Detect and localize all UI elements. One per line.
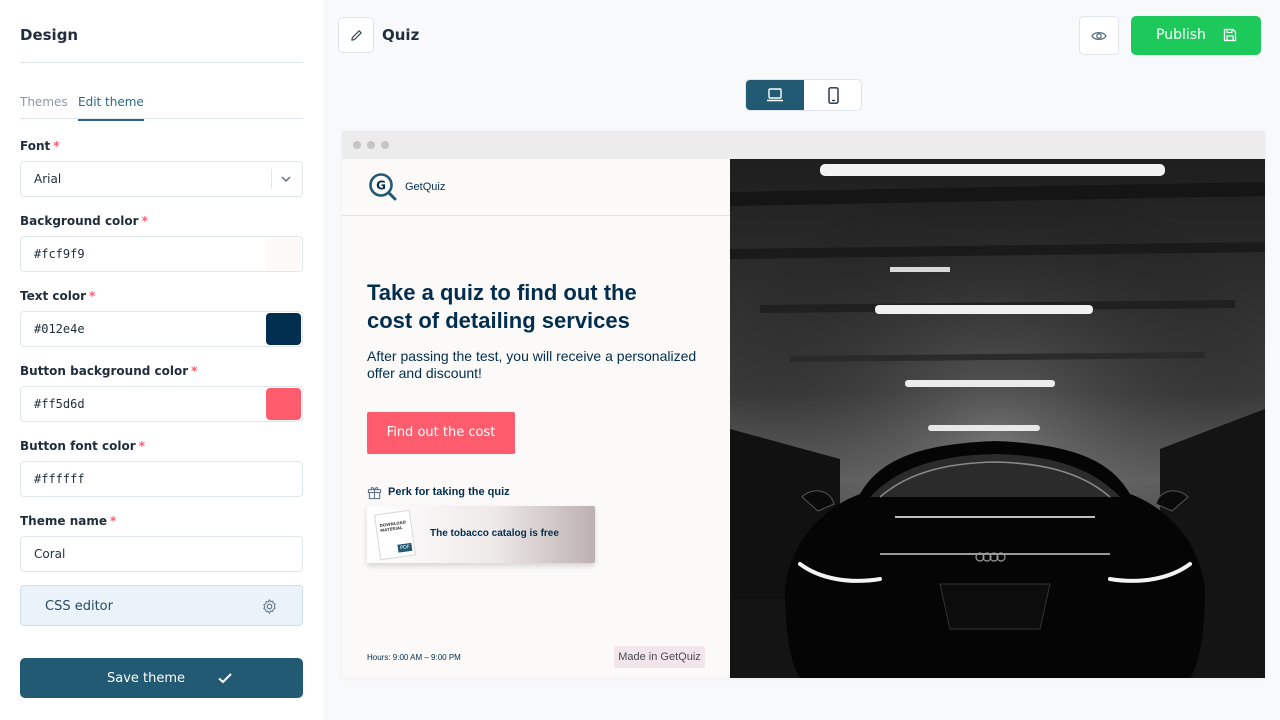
css-editor-button[interactable]: CSS editor <box>20 585 303 626</box>
gift-icon <box>367 487 382 500</box>
car-garage-photo <box>730 159 1265 678</box>
eye-icon <box>1091 31 1107 41</box>
cover-image <box>730 159 1265 678</box>
font-select[interactable]: Arial <box>20 161 303 197</box>
save-theme-label: Save theme <box>107 671 186 686</box>
mobile-view-button[interactable] <box>804 80 861 110</box>
select-separator <box>271 169 272 189</box>
window-dot <box>353 141 361 149</box>
text-color-label: Text color * <box>20 289 96 303</box>
brand-name: GetQuiz <box>405 181 446 193</box>
font-select-value: Arial <box>34 172 62 186</box>
theme-tabs: Themes Edit theme <box>20 95 303 121</box>
publish-button[interactable]: Publish <box>1131 16 1261 55</box>
browser-toolbar <box>342 131 1265 159</box>
background-color-swatch[interactable] <box>266 238 301 270</box>
button-font-color-label: Button font color * <box>20 439 145 453</box>
sidebar-title: Design <box>20 26 79 44</box>
button-font-color-swatch[interactable] <box>266 463 301 495</box>
pencil-icon <box>351 30 362 41</box>
text-color-value: #012e4e <box>34 322 85 336</box>
theme-name-input[interactable]: Coral <box>20 536 303 572</box>
preview-button[interactable] <box>1079 16 1119 55</box>
quiz-header: G GetQuiz <box>342 159 730 216</box>
getquiz-logo-icon: G <box>369 173 397 201</box>
design-sidebar: Design Themes Edit theme Font * Arial Bac… <box>0 0 323 720</box>
check-icon <box>218 673 232 684</box>
quiz-preview-window: G GetQuiz Take a quiz to find out the co… <box>342 131 1265 678</box>
window-dot <box>367 141 375 149</box>
quiz-headline: Take a quiz to find out the cost of deta… <box>367 280 637 333</box>
button-background-color-value: #ff5d6d <box>34 397 85 411</box>
theme-name-value: Coral <box>34 547 66 561</box>
perk-text: The tobacco catalog is free <box>430 528 559 539</box>
tab-edit-theme[interactable]: Edit theme <box>78 95 144 121</box>
cta-label: Find out the cost <box>386 425 496 440</box>
business-hours: Hours: 9:00 AM – 9:00 PM <box>367 653 461 662</box>
text-color-input[interactable]: #012e4e <box>20 311 303 347</box>
text-color-swatch[interactable] <box>266 313 301 345</box>
button-background-color-swatch[interactable] <box>266 388 301 420</box>
window-dot <box>381 141 389 149</box>
laptop-icon <box>767 88 783 102</box>
perk-card[interactable]: DOWNLOAD MATERIAL PDF The tobacco catalo… <box>367 506 595 563</box>
theme-name-label: Theme name * <box>20 514 117 528</box>
page-title: Quiz <box>382 26 420 44</box>
font-label: Font * <box>20 139 60 153</box>
button-font-color-input[interactable]: #ffffff <box>20 461 303 497</box>
perk-title: Perk for taking the quiz <box>388 486 510 498</box>
button-background-color-input[interactable]: #ff5d6d <box>20 386 303 422</box>
button-font-color-value: #ffffff <box>34 472 85 486</box>
gear-icon <box>263 599 276 614</box>
button-background-color-label: Button background color * <box>20 364 198 378</box>
save-theme-button[interactable]: Save theme <box>20 658 303 698</box>
background-color-input[interactable]: #fcf9f9 <box>20 236 303 272</box>
quiz-start-panel: G GetQuiz Take a quiz to find out the co… <box>342 159 730 678</box>
css-editor-label: CSS editor <box>45 599 113 614</box>
made-in-getquiz-badge[interactable]: Made in GetQuiz <box>614 646 705 668</box>
quiz-subtext: After passing the test, you will receive… <box>367 348 697 381</box>
sidebar-divider <box>20 62 303 63</box>
device-toggle <box>745 79 862 111</box>
desktop-view-button[interactable] <box>746 80 804 110</box>
tab-themes[interactable]: Themes <box>20 95 68 109</box>
publish-label: Publish <box>1156 27 1206 43</box>
pdf-document-icon: DOWNLOAD MATERIAL PDF <box>373 509 417 561</box>
smartphone-icon <box>828 87 839 104</box>
save-icon <box>1223 28 1237 42</box>
background-color-value: #fcf9f9 <box>34 247 85 261</box>
edit-title-button[interactable] <box>338 17 374 53</box>
find-out-cost-button[interactable]: Find out the cost <box>367 412 515 454</box>
svg-text:G: G <box>376 179 386 193</box>
background-color-label: Background color * <box>20 214 148 228</box>
chevron-down-icon <box>281 176 291 183</box>
